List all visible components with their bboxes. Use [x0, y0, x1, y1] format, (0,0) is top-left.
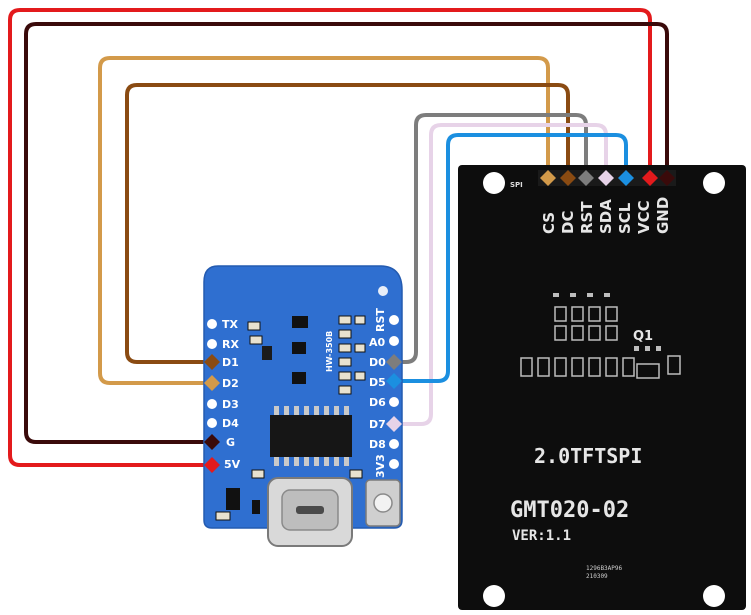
- tft-label-gnd: GND: [654, 197, 672, 234]
- d1mini-chip-label: HW-350B: [325, 331, 334, 372]
- tft-mount-hole-tl: [483, 172, 505, 194]
- tft-title: 2.0TFTSPI: [534, 444, 642, 468]
- tft-version: VER:1.1: [512, 528, 571, 544]
- tft-label-cs: CS: [540, 212, 558, 234]
- tft-label-vcc: VCC: [635, 200, 653, 234]
- wiring-diagram: SPI CS DC RST SDA SCL VCC GND Q1 2.0TFTS…: [8, 8, 746, 610]
- d1mini-reset-button: [365, 479, 401, 527]
- d1mini-label-g: G: [226, 436, 235, 449]
- tft-model: GMT020-02: [510, 498, 629, 523]
- d1mini-label-rst: RST: [374, 308, 387, 332]
- d1mini-label-d7: D7: [369, 418, 386, 431]
- d1mini-label-d2: D2: [222, 377, 239, 390]
- tft-label-rst: RST: [578, 201, 596, 234]
- tft-small-code-1: 1296B3AP96: [586, 565, 623, 572]
- tft-board: SPI CS DC RST SDA SCL VCC GND Q1 2.0TFTS…: [458, 165, 746, 610]
- d1mini-label-a0: A0: [369, 336, 386, 349]
- tft-spi-silk: SPI: [510, 181, 523, 189]
- d1mini-label-d8: D8: [369, 438, 386, 451]
- d1mini-label-d5: D5: [369, 376, 386, 389]
- tft-q1-label: Q1: [633, 329, 653, 344]
- tft-label-scl: SCL: [616, 202, 634, 234]
- d1mini-label-rx: RX: [222, 338, 239, 351]
- d1mini-mount-hole: [378, 286, 388, 296]
- d1mini-board: TX RX D1 D2 D3 D4 G 5V RST A0 D0 D5 D6 D: [203, 265, 403, 547]
- tft-mount-hole-tr: [703, 172, 725, 194]
- d1mini-label-3v3: 3V3: [374, 454, 387, 478]
- d1mini-label-d0: D0: [369, 356, 386, 369]
- d1mini-label-5v: 5V: [224, 458, 241, 471]
- tft-mount-hole-br: [703, 585, 725, 607]
- d1mini-ch340-ic: [270, 406, 352, 466]
- tft-mount-hole-bl: [483, 585, 505, 607]
- tft-label-sda: SDA: [597, 199, 615, 234]
- d1mini-label-d4: D4: [222, 417, 239, 430]
- d1mini-label-d1: D1: [222, 356, 239, 369]
- tft-label-dc: DC: [559, 211, 577, 234]
- tft-header: [538, 170, 676, 186]
- d1mini-label-d6: D6: [369, 396, 386, 409]
- d1mini-label-tx: TX: [222, 318, 239, 331]
- d1mini-label-d3: D3: [222, 398, 239, 411]
- tft-small-code-2: 210309: [586, 573, 608, 580]
- d1mini-usb-c-port: [267, 477, 353, 547]
